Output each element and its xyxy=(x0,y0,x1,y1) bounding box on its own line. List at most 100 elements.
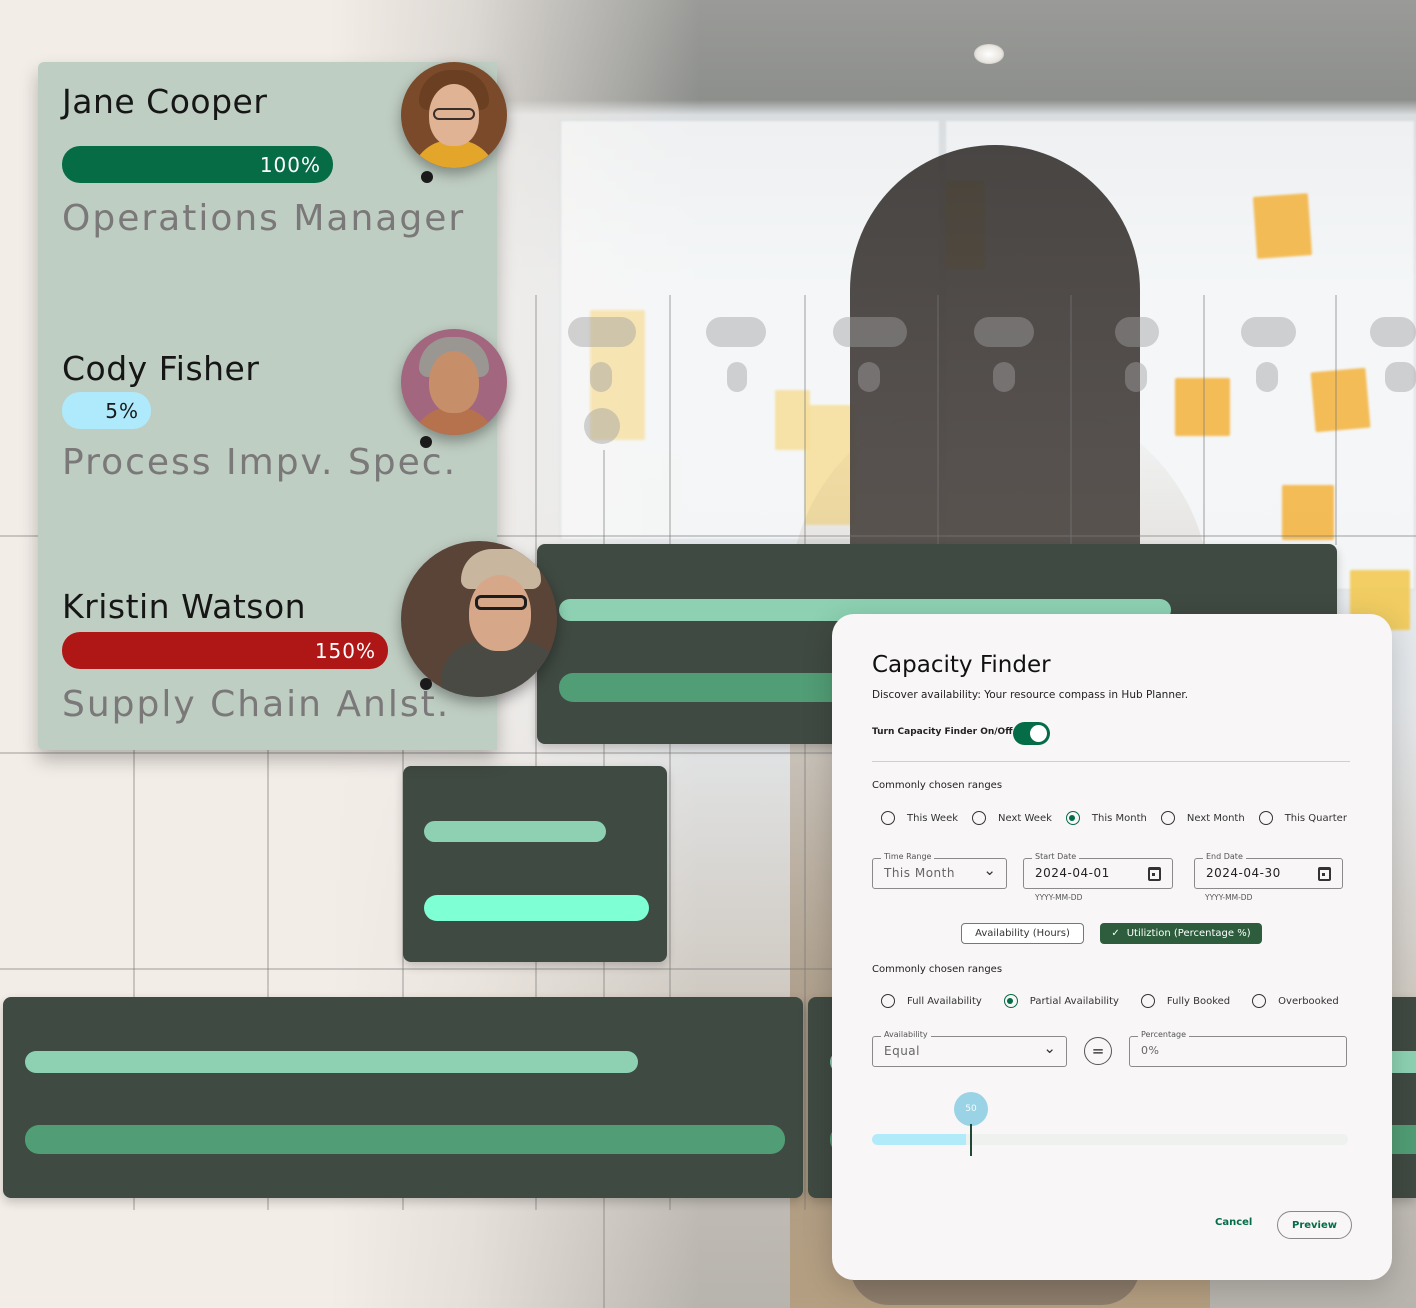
radio-selected-icon xyxy=(1065,811,1080,825)
radio-full-availability[interactable]: Full Availability xyxy=(881,994,982,1008)
avatar-cody-fisher[interactable] xyxy=(401,329,507,435)
dialog-subtitle: Discover availability: Your resource com… xyxy=(872,689,1189,701)
divider xyxy=(872,761,1350,762)
check-icon: ✓ xyxy=(1111,928,1120,939)
radio-icon xyxy=(1252,994,1267,1008)
cancel-button[interactable]: Cancel xyxy=(1215,1217,1252,1228)
start-date-input[interactable]: Start Date 2024-04-01 xyxy=(1023,852,1173,889)
grid-line xyxy=(1335,295,1337,545)
utilization-label: 5% xyxy=(105,398,139,423)
timeline-marker xyxy=(1370,317,1416,347)
timeline-marker xyxy=(727,362,747,392)
connector-dot xyxy=(420,436,432,448)
field-legend: End Date xyxy=(1203,852,1246,861)
field-value: Equal xyxy=(884,1044,920,1058)
utilization-slider[interactable] xyxy=(872,1124,1348,1156)
sticky-note xyxy=(1252,193,1313,259)
status-radio-group: Full Availability Partial Availability F… xyxy=(881,994,1353,1008)
date-format-hint: YYYY-MM-DD xyxy=(1035,893,1083,902)
resource-name: Kristin Watson xyxy=(62,587,307,626)
radio-icon xyxy=(972,811,987,825)
timeline-marker xyxy=(993,362,1015,392)
toggle-knob xyxy=(1030,725,1047,742)
capacity-finder-toggle[interactable] xyxy=(1013,722,1050,745)
ranges-label: Commonly chosen ranges xyxy=(872,780,1003,791)
time-range-select[interactable]: Time Range This Month ⌄ xyxy=(872,852,1007,889)
slider-value-bubble: 50 xyxy=(954,1092,988,1126)
timeline-marker xyxy=(568,317,636,347)
timeline-marker xyxy=(1385,362,1416,392)
grid-line xyxy=(937,295,939,545)
radio-icon xyxy=(1258,811,1273,825)
avatar-kristin-watson[interactable] xyxy=(401,541,557,697)
availability-select[interactable]: Availability Equal ⌄ xyxy=(872,1030,1067,1067)
radio-this-month[interactable]: This Month xyxy=(1065,811,1147,825)
radio-this-quarter[interactable]: This Quarter xyxy=(1258,811,1347,825)
utilization-percentage-chip[interactable]: ✓ Utiliztion (Percentage %) xyxy=(1100,923,1262,944)
radio-icon xyxy=(881,811,895,825)
chevron-down-icon: ⌄ xyxy=(1043,1039,1056,1057)
field-legend: Time Range xyxy=(881,852,935,861)
sticky-note xyxy=(1310,367,1371,433)
ceiling-lamp xyxy=(974,44,1004,64)
timeline-marker xyxy=(590,362,612,392)
resource-role: Operations Manager xyxy=(62,198,466,239)
resource-row[interactable]: Jane Cooper xyxy=(62,82,267,121)
utilization-label: 100% xyxy=(259,152,321,177)
timeline-bar-card[interactable] xyxy=(403,766,667,962)
calendar-icon[interactable] xyxy=(1148,867,1161,881)
equals-icon: = xyxy=(1091,1042,1105,1060)
chevron-down-icon: ⌄ xyxy=(983,861,996,879)
field-value: 2024-04-01 xyxy=(1035,866,1110,880)
track-bar xyxy=(25,1125,785,1154)
radio-this-week[interactable]: This Week xyxy=(881,811,958,825)
slider-fill xyxy=(872,1134,966,1145)
avatar-jane-cooper[interactable] xyxy=(401,62,507,168)
capacity-finder-dialog: Capacity Finder Discover availability: Y… xyxy=(832,614,1392,1280)
radio-next-month[interactable]: Next Month xyxy=(1160,811,1245,825)
resource-role: Process Impv. Spec. xyxy=(62,442,458,483)
utilization-bar: 150% xyxy=(62,632,388,669)
availability-hours-chip[interactable]: Availability (Hours) xyxy=(961,923,1084,944)
connector-dot xyxy=(421,171,433,183)
equals-operator-button[interactable]: = xyxy=(1084,1037,1112,1065)
grid-line xyxy=(1203,295,1205,545)
radio-fully-booked[interactable]: Fully Booked xyxy=(1140,994,1230,1008)
field-legend: Start Date xyxy=(1032,852,1080,861)
resource-name: Cody Fisher xyxy=(62,349,260,388)
end-date-input[interactable]: End Date 2024-04-30 xyxy=(1194,852,1343,889)
track-bar xyxy=(424,895,649,921)
utilization-bar: 5% xyxy=(62,392,151,429)
field-value: 2024-04-30 xyxy=(1206,866,1281,880)
grid-line xyxy=(0,968,840,970)
preview-button[interactable]: Preview xyxy=(1277,1211,1352,1239)
radio-overbooked[interactable]: Overbooked xyxy=(1252,994,1339,1008)
track-bar xyxy=(424,821,606,842)
field-legend: Availability xyxy=(881,1030,931,1039)
track-bar xyxy=(25,1051,638,1073)
grid-line xyxy=(1070,295,1072,545)
resource-row[interactable]: Cody Fisher xyxy=(62,349,259,388)
resource-name: Jane Cooper xyxy=(62,82,268,121)
radio-partial-availability[interactable]: Partial Availability xyxy=(1003,994,1119,1008)
utilization-bar: 100% xyxy=(62,146,333,183)
field-legend: Percentage xyxy=(1138,1030,1190,1039)
slider-thumb[interactable] xyxy=(970,1124,972,1156)
radio-icon xyxy=(881,994,895,1008)
radio-next-week[interactable]: Next Week xyxy=(972,811,1052,825)
percentage-placeholder: 0% xyxy=(1141,1044,1160,1057)
radio-icon xyxy=(1140,994,1155,1008)
timeline-marker xyxy=(1256,362,1278,392)
timeline-marker xyxy=(706,317,766,347)
connector-dot xyxy=(420,678,432,690)
grid-line xyxy=(0,752,840,754)
radio-selected-icon xyxy=(1003,994,1018,1008)
timeline-marker xyxy=(1241,317,1296,347)
percentage-input[interactable]: Percentage 0% xyxy=(1129,1030,1347,1067)
resource-role: Supply Chain Anlst. xyxy=(62,684,451,725)
resource-row[interactable]: Kristin Watson xyxy=(62,587,306,626)
timeline-marker xyxy=(833,317,907,347)
timeline-bar-card[interactable] xyxy=(3,997,803,1198)
calendar-icon[interactable] xyxy=(1318,867,1331,881)
radio-icon xyxy=(1160,811,1175,825)
